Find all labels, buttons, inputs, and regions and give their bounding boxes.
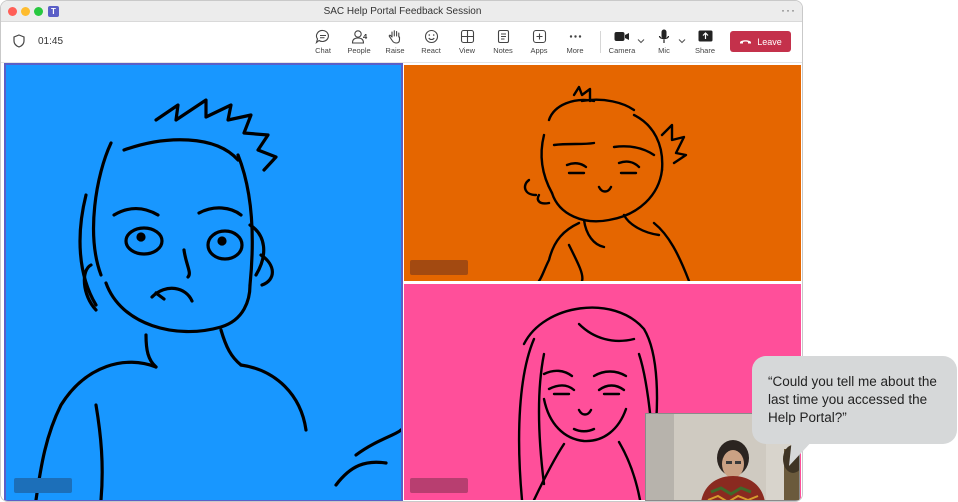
hang-up-icon [740,40,752,44]
people-label: People [347,46,371,55]
share-button[interactable]: Share [687,28,723,55]
meeting-toolbar: 01:45 Chat 4 People Raise React View Not… [1,22,802,63]
participant-2-nameplate [410,260,468,275]
title-bar: T SAC Help Portal Feedback Session ··· [1,1,802,22]
raise-hand-icon [388,30,401,44]
chat-button[interactable]: Chat [305,28,341,55]
people-count-badge: 4 [363,32,368,41]
notes-button[interactable]: Notes [485,28,521,55]
shield-icon [13,34,25,48]
raise-label: Raise [385,46,405,55]
apps-label: Apps [530,46,548,55]
raise-hand-button[interactable]: Raise [377,28,413,55]
speech-bubble-tail [789,438,815,466]
mic-options-chevron-icon[interactable] [678,38,686,44]
react-label: React [421,46,441,55]
react-icon [424,29,438,44]
teams-window: T SAC Help Portal Feedback Session ··· 0… [0,0,803,502]
window-title: SAC Help Portal Feedback Session [323,6,482,17]
mic-icon [658,29,670,43]
participant-tile-2[interactable] [404,65,801,281]
view-button[interactable]: View [449,28,485,55]
apps-button[interactable]: Apps [521,28,557,55]
share-icon [698,30,712,42]
mic-button[interactable]: Mic [646,28,682,55]
camera-options-chevron-icon[interactable] [637,38,645,44]
share-label: Share [694,46,715,55]
leave-label: Leave [757,36,782,47]
notes-icon [497,29,509,44]
more-icon [569,35,581,38]
participant-tile-1[interactable] [4,63,403,501]
meeting-timer: 01:45 [38,36,64,47]
participant-2-drawing [523,85,691,281]
view-icon [460,29,474,44]
window-more-icon[interactable]: ··· [781,3,796,17]
leave-button[interactable]: Leave [730,31,791,52]
speech-bubble-text: “Could you tell me about the last time y… [768,374,937,425]
view-label: View [458,46,476,55]
participant-1-nameplate [14,478,72,493]
react-button[interactable]: React [413,28,449,55]
toolbar-divider [600,31,601,53]
mic-label: Mic [658,46,670,55]
participant-3-nameplate [410,478,468,493]
more-button[interactable]: More [557,28,593,55]
speech-bubble: “Could you tell me about the last time y… [752,356,957,444]
camera-label: Camera [608,46,636,55]
more-label: More [566,46,584,55]
camera-icon [614,32,629,41]
people-button[interactable]: 4 People [341,28,377,55]
apps-icon [532,29,546,44]
notes-label: Notes [493,46,513,55]
chat-icon [315,29,329,44]
participant-1-drawing [34,98,401,500]
camera-button[interactable]: Camera [604,28,640,55]
chat-label: Chat [315,46,331,55]
